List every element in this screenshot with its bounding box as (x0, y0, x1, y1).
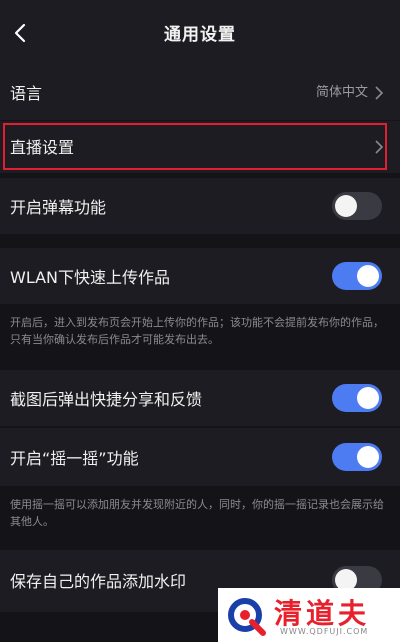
language-row[interactable]: 语言 简体中文 (0, 66, 400, 120)
site-watermark: 清道夫 WWW.QDFUJI.COM (218, 588, 400, 642)
site-url: WWW.QDFUJI.COM (280, 627, 369, 636)
page-title: 通用设置 (164, 25, 236, 45)
shake-toggle[interactable] (332, 443, 382, 471)
danmu-toggle[interactable] (332, 192, 382, 220)
language-value: 简体中文 (315, 85, 368, 100)
screenshot-share-toggle[interactable] (332, 384, 382, 412)
toggle-knob (335, 195, 357, 217)
toggle-knob (357, 387, 379, 409)
toggle-knob (357, 446, 379, 468)
language-label: 语言 (10, 84, 43, 103)
shake-label: 开启“摇一摇”功能 (10, 449, 139, 468)
site-name: 清道夫 (274, 597, 371, 630)
shake-row: 开启“摇一摇”功能 (0, 428, 400, 486)
wlan-upload-toggle[interactable] (332, 262, 382, 290)
top-bar: 通用设置 (0, 0, 400, 66)
wlan-upload-description: 开启后，进入到发布页会开始上传你的作品；该功能不会提前发布你的作品，只有当你确认… (10, 316, 384, 346)
shake-description: 使用摇一摇可以添加朋友并发现附近的人，同时，你的摇一摇记录也会展示给其他人。 (10, 498, 384, 528)
danmu-row: 开启弹幕功能 (0, 178, 400, 234)
screenshot-share-row: 截图后弹出快捷分享和反馈 (0, 370, 400, 426)
site-logo-icon (228, 598, 266, 636)
highlight-box (3, 123, 387, 170)
danmu-label: 开启弹幕功能 (10, 198, 107, 217)
toggle-knob (357, 265, 379, 287)
save-watermark-label: 保存自己的作品添加水印 (10, 572, 187, 591)
chevron-right-icon (375, 86, 384, 100)
wlan-upload-label: WLAN下快速上传作品 (10, 268, 171, 287)
screenshot-share-label: 截图后弹出快捷分享和反馈 (10, 390, 203, 409)
wlan-upload-row: WLAN下快速上传作品 (0, 248, 400, 304)
